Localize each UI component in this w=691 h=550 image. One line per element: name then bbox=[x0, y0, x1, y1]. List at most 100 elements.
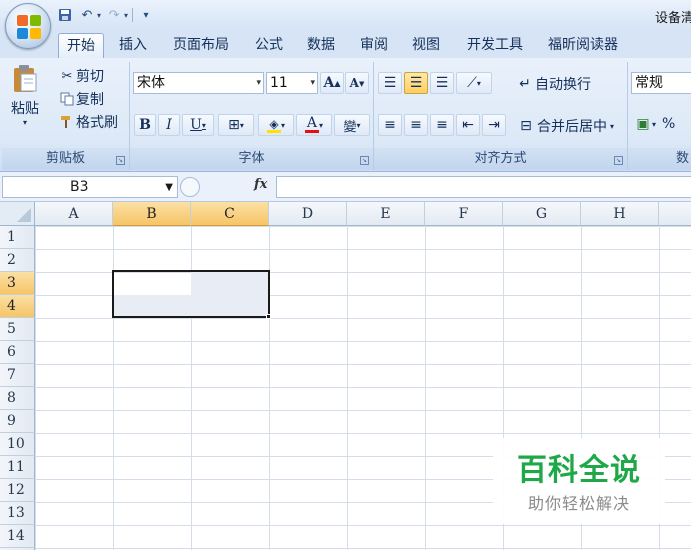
row-header-9[interactable]: 9 bbox=[0, 410, 35, 433]
column-header-e[interactable]: E bbox=[347, 202, 425, 226]
column-header-g[interactable]: G bbox=[503, 202, 581, 226]
align-middle-button[interactable]: ☰ bbox=[404, 72, 428, 94]
alignment-launcher-icon[interactable]: ↘ bbox=[614, 156, 623, 165]
undo-dropdown-icon[interactable]: ▾ bbox=[97, 11, 101, 20]
column-header-c[interactable]: C bbox=[191, 202, 269, 226]
select-all-button[interactable] bbox=[0, 202, 35, 226]
tab-foxit-reader[interactable]: 福昕阅读器 bbox=[541, 33, 625, 58]
tab-insert[interactable]: 插入 bbox=[113, 33, 153, 58]
column-header-b[interactable]: B bbox=[113, 202, 191, 226]
fill-color-button[interactable]: ◈ ▾ bbox=[258, 114, 294, 136]
align-left-button[interactable]: ≡ bbox=[378, 114, 402, 136]
decrease-indent-button[interactable]: ⇤ bbox=[456, 114, 480, 136]
font-size-value: 11 bbox=[270, 75, 288, 91]
underline-label: U bbox=[190, 117, 202, 133]
row-header-13[interactable]: 13 bbox=[0, 502, 35, 525]
borders-button[interactable]: ⊞ ▾ bbox=[218, 114, 254, 136]
row-header-11[interactable]: 11 bbox=[0, 456, 35, 479]
orientation-icon: ⟋ bbox=[467, 75, 477, 91]
watermark: 百科全说 助你轻松解决 bbox=[493, 438, 665, 524]
name-box-value: B3 bbox=[70, 179, 89, 195]
format-painter-label: 格式刷 bbox=[76, 115, 118, 131]
name-box[interactable]: B3 ▼ bbox=[2, 176, 178, 198]
align-top-button[interactable]: ☰ bbox=[378, 72, 402, 94]
merge-center-button[interactable]: ⊟ 合并后居中 ▾ bbox=[515, 116, 614, 136]
grow-font-label: A bbox=[323, 75, 335, 91]
tab-developer[interactable]: 开发工具 bbox=[460, 33, 530, 58]
row-header-1[interactable]: 1 bbox=[0, 226, 35, 249]
align-bottom-button[interactable]: ☰ bbox=[430, 72, 454, 94]
row-header-5[interactable]: 5 bbox=[0, 318, 35, 341]
column-header-a[interactable]: A bbox=[35, 202, 113, 226]
number-group: 常规 ▣ ▾ % 数 bbox=[628, 62, 691, 170]
borders-icon: ⊞ bbox=[228, 117, 240, 133]
format-painter-button[interactable]: 格式刷 bbox=[58, 112, 118, 132]
align-right-button[interactable]: ≡ bbox=[430, 114, 454, 136]
font-size-select[interactable]: 11 ▾ bbox=[266, 72, 318, 94]
tab-view[interactable]: 视图 bbox=[406, 33, 446, 58]
formula-input[interactable] bbox=[276, 176, 691, 198]
expand-formula-icon[interactable] bbox=[180, 177, 200, 197]
redo-icon[interactable]: ↷ bbox=[105, 6, 123, 24]
row-header-10[interactable]: 10 bbox=[0, 433, 35, 456]
column-header-i[interactable] bbox=[659, 202, 691, 226]
row-header-7[interactable]: 7 bbox=[0, 364, 35, 387]
row-header-8[interactable]: 8 bbox=[0, 387, 35, 410]
copy-button[interactable]: 复制 bbox=[58, 89, 104, 109]
italic-label: I bbox=[166, 117, 172, 133]
office-logo-icon bbox=[17, 15, 41, 39]
tab-home[interactable]: 开始 bbox=[58, 33, 104, 58]
column-header-d[interactable]: D bbox=[269, 202, 347, 226]
cut-button[interactable]: ✂ 剪切 bbox=[58, 66, 104, 86]
align-middle-icon: ☰ bbox=[409, 75, 423, 91]
align-center-button[interactable]: ≡ bbox=[404, 114, 428, 136]
watermark-title: 百科全说 bbox=[517, 453, 641, 488]
row-header-12[interactable]: 12 bbox=[0, 479, 35, 502]
window-title: 设备清 bbox=[655, 11, 691, 26]
customize-qat-icon[interactable]: ▾ bbox=[137, 6, 155, 24]
tab-data[interactable]: 数据 bbox=[301, 33, 341, 58]
number-format-select[interactable]: 常规 bbox=[631, 72, 691, 94]
row-header-6[interactable]: 6 bbox=[0, 341, 35, 364]
tab-page-layout[interactable]: 页面布局 bbox=[166, 33, 236, 58]
paste-label: 粘贴 bbox=[11, 101, 39, 117]
increase-indent-button[interactable]: ⇥ bbox=[482, 114, 506, 136]
row-header-2[interactable]: 2 bbox=[0, 249, 35, 272]
grow-font-button[interactable]: A ▲ bbox=[320, 72, 344, 94]
save-icon[interactable] bbox=[56, 6, 74, 24]
redo-dropdown-icon[interactable]: ▾ bbox=[124, 11, 128, 20]
align-top-icon: ☰ bbox=[383, 75, 397, 91]
font-group-label: 字体 bbox=[130, 148, 373, 170]
selection-border bbox=[112, 270, 270, 318]
row-header-4[interactable]: 4 bbox=[0, 295, 35, 318]
row-header-14[interactable]: 14 bbox=[0, 525, 35, 548]
insert-function-button[interactable]: fx bbox=[254, 177, 267, 192]
clipboard-launcher-icon[interactable]: ↘ bbox=[116, 156, 125, 165]
tab-formulas[interactable]: 公式 bbox=[249, 33, 289, 58]
row-header-3[interactable]: 3 bbox=[0, 272, 35, 295]
scissors-icon: ✂ bbox=[61, 68, 73, 84]
column-header-f[interactable]: F bbox=[425, 202, 503, 226]
shrink-font-button[interactable]: A ▼ bbox=[345, 72, 369, 94]
font-color-button[interactable]: A ▾ bbox=[296, 114, 332, 136]
fill-handle[interactable] bbox=[266, 314, 271, 319]
increase-indent-icon: ⇥ bbox=[488, 117, 500, 133]
bold-button[interactable]: B bbox=[134, 114, 156, 136]
wrap-text-button[interactable]: ↵ 自动换行 bbox=[515, 74, 591, 94]
paste-button[interactable]: 粘贴 ▾ bbox=[8, 64, 42, 127]
tab-review[interactable]: 审阅 bbox=[354, 33, 394, 58]
font-name-select[interactable]: 宋体 ▾ bbox=[133, 72, 264, 94]
underline-button[interactable]: U ▾ bbox=[182, 114, 214, 136]
undo-icon[interactable]: ↶ bbox=[78, 6, 96, 24]
percent-label: % bbox=[662, 116, 676, 132]
align-left-icon: ≡ bbox=[384, 117, 396, 133]
accounting-format-button[interactable]: ▣ ▾ % bbox=[634, 116, 675, 132]
copy-label: 复制 bbox=[76, 92, 104, 108]
decrease-indent-icon: ⇤ bbox=[462, 117, 474, 133]
phonetic-guide-button[interactable]: 變 ▾ bbox=[334, 114, 370, 136]
font-launcher-icon[interactable]: ↘ bbox=[360, 156, 369, 165]
column-header-h[interactable]: H bbox=[581, 202, 659, 226]
orientation-button[interactable]: ⟋ ▾ bbox=[456, 72, 492, 94]
italic-button[interactable]: I bbox=[158, 114, 180, 136]
office-button[interactable] bbox=[5, 3, 51, 49]
